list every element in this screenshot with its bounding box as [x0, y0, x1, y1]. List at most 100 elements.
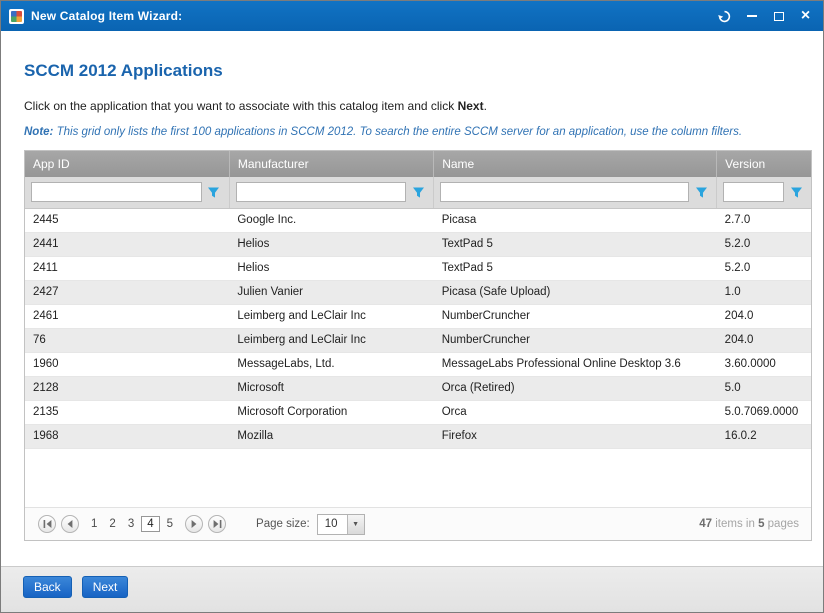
table-cell: Orca (Retired)	[434, 376, 717, 400]
table-cell: 2.7.0	[717, 208, 811, 232]
table-row[interactable]: 76Leimberg and LeClair IncNumberCruncher…	[25, 328, 811, 352]
pages-text: pages	[764, 518, 799, 530]
column-header-manufacturer[interactable]: Manufacturer	[229, 151, 433, 177]
table-cell: Helios	[229, 256, 433, 280]
table-cell: 5.2.0	[717, 256, 811, 280]
table-cell: 1968	[25, 424, 229, 448]
table-cell: 2135	[25, 400, 229, 424]
table-cell: Leimberg and LeClair Inc	[229, 304, 433, 328]
pager-next-button[interactable]	[185, 515, 203, 533]
grid-filter-row	[25, 177, 811, 208]
filter-icon-button-version[interactable]	[787, 183, 805, 201]
items-count: 47	[699, 518, 712, 530]
table-cell: Picasa	[434, 208, 717, 232]
page-size-dropdown-icon[interactable]: ▼	[347, 515, 364, 534]
table-cell: 16.0.2	[717, 424, 811, 448]
table-row[interactable]: 2135Microsoft CorporationOrca5.0.7069.00…	[25, 400, 811, 424]
instruction-bold: Next	[458, 99, 484, 113]
table-row[interactable]: 1960MessageLabs, Ltd.MessageLabs Profess…	[25, 352, 811, 376]
table-cell: 5.0	[717, 376, 811, 400]
table-cell: Mozilla	[229, 424, 433, 448]
refresh-button[interactable]	[711, 4, 738, 28]
table-cell: 2461	[25, 304, 229, 328]
page-size-label: Page size:	[256, 518, 310, 530]
instruction-text: Click on the application that you want t…	[24, 99, 812, 113]
table-row[interactable]: 2445Google Inc.Picasa2.7.0	[25, 208, 811, 232]
table-cell: Microsoft Corporation	[229, 400, 433, 424]
table-cell: Helios	[229, 232, 433, 256]
pager-previous-button[interactable]	[61, 515, 79, 533]
page-size-select[interactable]: 10 ▼	[317, 514, 365, 535]
pager-page-3[interactable]: 3	[123, 516, 139, 532]
table-cell: 5.0.7069.0000	[717, 400, 811, 424]
table-row[interactable]: 2427Julien VanierPicasa (Safe Upload)1.0	[25, 280, 811, 304]
pager-page-2[interactable]: 2	[104, 516, 120, 532]
maximize-button[interactable]	[765, 4, 792, 28]
titlebar: New Catalog Item Wizard: ×	[1, 1, 823, 31]
filter-input-version[interactable]	[723, 182, 784, 202]
back-button[interactable]: Back	[23, 576, 72, 598]
table-cell: 2411	[25, 256, 229, 280]
filter-input-app-id[interactable]	[31, 182, 202, 202]
pager-page-4[interactable]: 4	[141, 516, 159, 532]
filter-cell-version	[717, 177, 811, 208]
table-cell: Microsoft	[229, 376, 433, 400]
grid-body: 2445Google Inc.Picasa2.7.02441HeliosText…	[25, 208, 811, 448]
close-button[interactable]: ×	[792, 4, 819, 28]
table-cell: Leimberg and LeClair Inc	[229, 328, 433, 352]
minimize-button[interactable]	[738, 4, 765, 28]
table-row[interactable]: 1968MozillaFirefox16.0.2	[25, 424, 811, 448]
footer-bar: Back Next	[1, 566, 823, 612]
filter-input-name[interactable]	[440, 182, 689, 202]
pager-previous-icon	[66, 520, 74, 528]
filter-icon-button-name[interactable]	[692, 183, 710, 201]
table-cell: 1.0	[717, 280, 811, 304]
minimize-icon	[747, 15, 757, 17]
note-label: Note:	[24, 126, 53, 138]
pager-page-1[interactable]: 1	[86, 516, 102, 532]
table-row[interactable]: 2441HeliosTextPad 55.2.0	[25, 232, 811, 256]
filter-icon-button-app-id[interactable]	[205, 183, 223, 201]
filter-icon	[412, 186, 425, 199]
table-cell: 2445	[25, 208, 229, 232]
table-cell: Google Inc.	[229, 208, 433, 232]
table-cell: 5.2.0	[717, 232, 811, 256]
table-cell: 1960	[25, 352, 229, 376]
page-title: SCCM 2012 Applications	[24, 61, 812, 81]
filter-icon	[695, 186, 708, 199]
filter-cell-manufacturer	[229, 177, 433, 208]
table-cell: MessageLabs, Ltd.	[229, 352, 433, 376]
table-row[interactable]: 2128MicrosoftOrca (Retired)5.0	[25, 376, 811, 400]
column-header-version[interactable]: Version	[717, 151, 811, 177]
pager-page-5[interactable]: 5	[162, 516, 178, 532]
grid-empty-space	[25, 449, 811, 508]
table-row[interactable]: 2411HeliosTextPad 55.2.0	[25, 256, 811, 280]
table-row[interactable]: 2461Leimberg and LeClair IncNumberCrunch…	[25, 304, 811, 328]
column-header-name[interactable]: Name	[434, 151, 717, 177]
table-cell: MessageLabs Professional Online Desktop …	[434, 352, 717, 376]
pager-last-button[interactable]	[208, 515, 226, 533]
pager-bar: 12345 Page size: 10 ▼ 47 items in 5 page…	[25, 507, 811, 540]
note-body: This grid only lists the first 100 appli…	[57, 126, 742, 138]
pager-first-button[interactable]	[38, 515, 56, 533]
items-summary: 47 items in 5 pages	[699, 518, 799, 530]
filter-icon-button-manufacturer[interactable]	[409, 183, 427, 201]
window-controls: ×	[711, 4, 819, 28]
table-cell: 2128	[25, 376, 229, 400]
items-text: items in	[712, 518, 758, 530]
filter-icon	[207, 186, 220, 199]
column-header-app-id[interactable]: App ID	[25, 151, 229, 177]
instruction-prefix: Click on the application that you want t…	[24, 99, 458, 113]
app-icon	[9, 9, 24, 24]
content-area: SCCM 2012 Applications Click on the appl…	[1, 31, 823, 566]
next-button[interactable]: Next	[82, 576, 129, 598]
close-icon: ×	[801, 8, 810, 24]
filter-icon	[790, 186, 803, 199]
table-cell: TextPad 5	[434, 232, 717, 256]
pager-last-icon	[213, 520, 222, 528]
table-cell: Julien Vanier	[229, 280, 433, 304]
refresh-icon	[718, 10, 731, 23]
filter-input-manufacturer[interactable]	[236, 182, 406, 202]
table-cell: 2427	[25, 280, 229, 304]
maximize-icon	[774, 12, 784, 21]
